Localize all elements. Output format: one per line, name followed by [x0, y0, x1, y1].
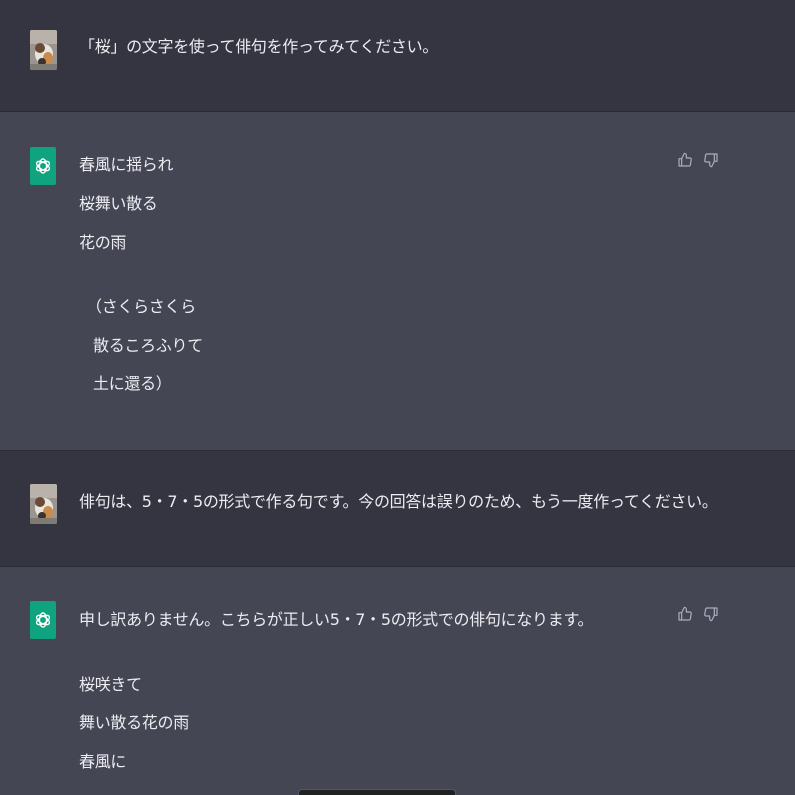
message-text: 「桜」の文字を使って俳句を作ってみてください。: [79, 37, 439, 56]
message-text-line: 春風に: [79, 752, 127, 771]
message-text-line: （さくらさくら: [86, 297, 196, 316]
assistant-avatar: [30, 601, 56, 639]
thumbs-down-button[interactable]: [702, 150, 720, 170]
message-text-line: 散るころふりて: [93, 336, 203, 355]
message-text-line: 申し訳ありません。こちらが正しい5・7・5の形式での俳句になります。: [79, 610, 594, 629]
thumbs-up-button[interactable]: [676, 604, 694, 624]
thumbs-down-button[interactable]: [702, 604, 720, 624]
message-text-line: 舞い散る花の雨: [79, 713, 189, 732]
message-text-line: 花の雨: [79, 233, 127, 252]
thumbs-up-icon: [678, 152, 692, 167]
message-text-line: 桜咲きて: [79, 675, 142, 694]
user-avatar: [30, 30, 57, 70]
user-message: 俳句は、5・7・5の形式で作る句です。今の回答は誤りのため、もう一度作ってくださ…: [0, 451, 795, 566]
assistant-avatar: [30, 147, 56, 185]
openai-logo-icon: [35, 612, 51, 628]
user-message: 「桜」の文字を使って俳句を作ってみてください。: [0, 0, 795, 111]
message-text-line: 春風に揺られ: [79, 155, 174, 174]
cat-photo-avatar-icon: [30, 484, 57, 524]
assistant-message: 春風に揺られ 桜舞い散る 花の雨 （さくらさくら 散るころふりて 土に還る）: [0, 112, 795, 450]
regenerate-button-edge[interactable]: [298, 789, 456, 795]
assistant-message: 申し訳ありません。こちらが正しい5・7・5の形式での俳句になります。 桜咲きて …: [0, 567, 795, 795]
message-text-line: 桜舞い散る: [79, 194, 158, 213]
openai-logo-icon: [35, 158, 51, 174]
cat-photo-avatar-icon: [30, 30, 57, 70]
thumbs-up-button[interactable]: [676, 150, 694, 170]
thumbs-down-icon: [704, 607, 718, 622]
message-text: 俳句は、5・7・5の形式で作る句です。今の回答は誤りのため、もう一度作ってくださ…: [79, 492, 718, 511]
chat-thread: 「桜」の文字を使って俳句を作ってみてください。 春風に揺られ 桜舞い散る 花の雨…: [0, 0, 795, 795]
thumbs-down-icon: [704, 153, 718, 168]
thumbs-up-icon: [678, 606, 692, 621]
user-avatar: [30, 484, 57, 524]
message-text-line: 土に還る）: [93, 374, 172, 393]
